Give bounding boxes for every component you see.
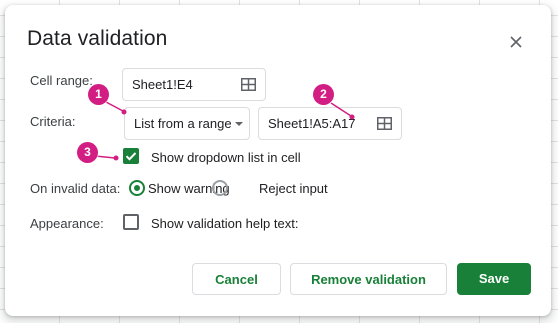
caret-down-icon [235, 122, 243, 126]
checkmark-icon [125, 152, 137, 161]
criteria-range-input[interactable]: Sheet1!A5:A17 [258, 107, 402, 140]
criteria-label: Criteria: [30, 114, 76, 129]
cell-range-value: Sheet1!E4 [132, 77, 193, 92]
callout-badge-3: 3 [77, 142, 98, 163]
show-dropdown-label: Show dropdown list in cell [151, 150, 301, 165]
callout-badge-2: 2 [313, 84, 334, 105]
close-icon [510, 36, 522, 48]
dialog-title: Data validation [27, 27, 168, 50]
criteria-type-value: List from a range [134, 116, 232, 131]
invalid-data-label: On invalid data: [30, 181, 121, 196]
help-text-label: Show validation help text: [151, 216, 299, 231]
show-warning-radio[interactable] [129, 180, 145, 196]
criteria-range-value: Sheet1!A5:A17 [268, 116, 356, 131]
grid-icon[interactable] [241, 78, 256, 91]
help-text-checkbox[interactable] [123, 214, 139, 230]
cancel-button[interactable]: Cancel [192, 263, 281, 295]
reject-input-label: Reject input [259, 181, 328, 196]
cell-range-label: Cell range: [30, 73, 93, 88]
show-dropdown-checkbox[interactable] [123, 148, 139, 164]
remove-validation-button[interactable]: Remove validation [290, 263, 447, 295]
save-button[interactable]: Save [457, 263, 531, 295]
criteria-type-dropdown[interactable]: List from a range [124, 107, 250, 140]
reject-input-radio[interactable] [212, 180, 228, 196]
cell-range-input[interactable]: Sheet1!E4 [122, 68, 266, 101]
close-button[interactable] [505, 31, 527, 53]
appearance-label: Appearance: [30, 216, 104, 231]
callout-badge-1: 1 [88, 84, 109, 105]
grid-icon[interactable] [377, 117, 392, 130]
